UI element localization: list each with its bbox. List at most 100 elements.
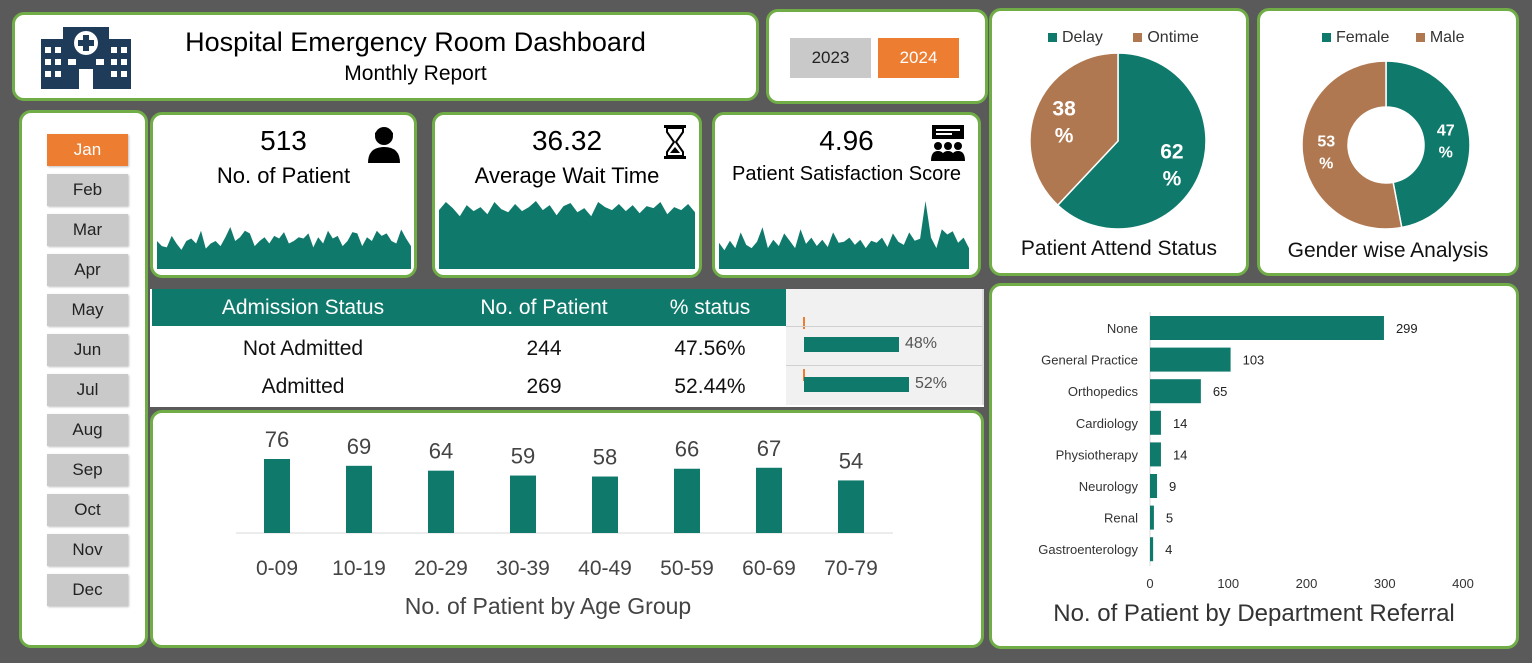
bar: [1150, 410, 1161, 435]
data-label: 54: [839, 448, 863, 473]
bar: [1150, 537, 1154, 562]
tick-label: 70-79: [824, 557, 878, 580]
year-button-2023[interactable]: 2023: [790, 38, 871, 78]
data-label: 14: [1173, 416, 1187, 431]
slice-label: 62: [1160, 140, 1183, 163]
month-button-apr[interactable]: Apr: [47, 254, 128, 286]
table-header: Admission Status No. of Patient % status: [152, 289, 786, 326]
month-button-may[interactable]: May: [47, 294, 128, 326]
bar: [264, 459, 290, 533]
admission-status-table: Admission Status No. of Patient % status…: [150, 289, 984, 407]
column-header: % status: [669, 296, 751, 319]
presentation-icon: [931, 125, 965, 161]
legend-label: Delay: [1062, 29, 1103, 46]
department-referral-card: None 299 General Practice 103 Orthopedics 65 C…: [989, 283, 1519, 649]
admission-bar-label: 48%: [905, 335, 938, 352]
data-label: 65: [1213, 384, 1227, 399]
legend-label: Male: [1429, 29, 1465, 46]
bar: [674, 468, 700, 533]
category-label: Physiotherapy: [1056, 447, 1139, 462]
gender-donut: 47% 53%: [1301, 60, 1471, 230]
legend: Female Male: [1322, 29, 1465, 47]
percent-cell: 47.56%: [674, 337, 746, 360]
attend-status-pie: 62% 38%: [1029, 52, 1207, 230]
month-button-nov[interactable]: Nov: [47, 534, 128, 566]
count-cell: 244: [526, 337, 562, 360]
data-label: 67: [757, 436, 781, 461]
attend-status-card: Delay Ontime 62% 38% Patient Attend Statu…: [989, 8, 1249, 276]
legend: Delay Ontime: [1048, 29, 1199, 47]
bar: [592, 476, 618, 533]
table-row: Not Admitted 244 47.56%: [152, 330, 786, 366]
bar: [838, 480, 864, 533]
bar: [1150, 316, 1384, 340]
hourglass-icon: [664, 125, 686, 159]
kpi-value: 36.32: [531, 125, 603, 156]
sparkline-area: [719, 201, 969, 269]
tick-label: 100: [1217, 576, 1239, 591]
category-label: Renal: [1104, 511, 1138, 526]
data-label: 59: [511, 444, 535, 469]
month-button-aug[interactable]: Aug: [47, 414, 128, 446]
kpi-label: Patient Satisfaction Score: [731, 163, 961, 185]
patient-icon: [368, 127, 400, 163]
bar: [1150, 442, 1161, 467]
column-header: No. of Patient: [480, 296, 608, 319]
department-referral-chart: None 299 General Practice 103 Orthopedics 65 C…: [1038, 312, 1474, 591]
slice-label: 53: [1317, 134, 1335, 151]
bar: [510, 475, 536, 533]
slice-label: 47: [1437, 122, 1455, 139]
header-card: Hospital Emergency Room Dashboard Monthl…: [12, 12, 759, 101]
bar: [1150, 505, 1154, 530]
admission-bar-label: 52%: [915, 375, 948, 392]
status-cell: Not Admitted: [242, 337, 364, 360]
category-label: None: [1107, 321, 1138, 336]
bar: [428, 470, 454, 533]
legend-swatch: [1322, 33, 1331, 43]
month-button-oct[interactable]: Oct: [47, 494, 128, 526]
kpi-card-wait-time: 36.32 Average Wait Time: [432, 112, 702, 278]
percent-cell: 52.44%: [674, 375, 746, 398]
month-button-dec[interactable]: Dec: [47, 574, 128, 606]
data-label: 9: [1169, 479, 1176, 494]
month-button-mar[interactable]: Mar: [47, 214, 128, 246]
category-label: Orthopedics: [1068, 384, 1139, 399]
patients-sparkline: [157, 227, 411, 269]
tick-label: 40-49: [578, 557, 632, 580]
data-label: 4: [1165, 542, 1172, 557]
slice-label: %: [1055, 125, 1074, 148]
wait-time-sparkline: [439, 201, 695, 269]
bar: [1150, 347, 1231, 372]
legend-swatch: [1415, 33, 1425, 43]
month-button-jun[interactable]: Jun: [47, 334, 128, 366]
tick-label: 10-19: [332, 557, 386, 580]
month-button-sep[interactable]: Sep: [47, 454, 128, 486]
pie-slice: [1385, 60, 1471, 229]
category-label: Cardiology: [1076, 416, 1139, 431]
column-header: Admission Status: [221, 296, 385, 319]
month-button-jan[interactable]: Jan: [47, 134, 128, 166]
tick-label: 200: [1296, 576, 1318, 591]
data-label: 5: [1166, 511, 1173, 526]
month-button-feb[interactable]: Feb: [47, 174, 128, 206]
year-button-2024[interactable]: 2024: [878, 38, 959, 78]
tick-label: 30-39: [496, 557, 550, 580]
count-cell: 269: [526, 375, 562, 398]
month-button-jul[interactable]: Jul: [47, 374, 128, 406]
data-label: 103: [1243, 353, 1265, 368]
dashboard-title: Hospital Emergency Room Dashboard: [185, 27, 646, 57]
data-label: 66: [675, 437, 699, 462]
legend-swatch: [1133, 33, 1143, 43]
table-row: Admitted 269 52.44%: [152, 368, 786, 404]
admission-bar-column: 48% 52%: [786, 289, 984, 405]
legend-label: Ontime: [1147, 29, 1199, 46]
data-label: 76: [265, 427, 289, 452]
data-label: 299: [1396, 321, 1418, 336]
age-group-chart-card: 76 0-09 69 10-19 64 20-29 59 30-39 58 40-49 66 50-5…: [150, 410, 984, 648]
data-label: 58: [593, 445, 617, 470]
kpi-label: No. of Patient: [216, 163, 351, 188]
data-label: 14: [1173, 447, 1187, 462]
slice-label: %: [1319, 156, 1333, 173]
slice-label: %: [1163, 167, 1182, 190]
admission-bar-admitted: [804, 377, 909, 392]
